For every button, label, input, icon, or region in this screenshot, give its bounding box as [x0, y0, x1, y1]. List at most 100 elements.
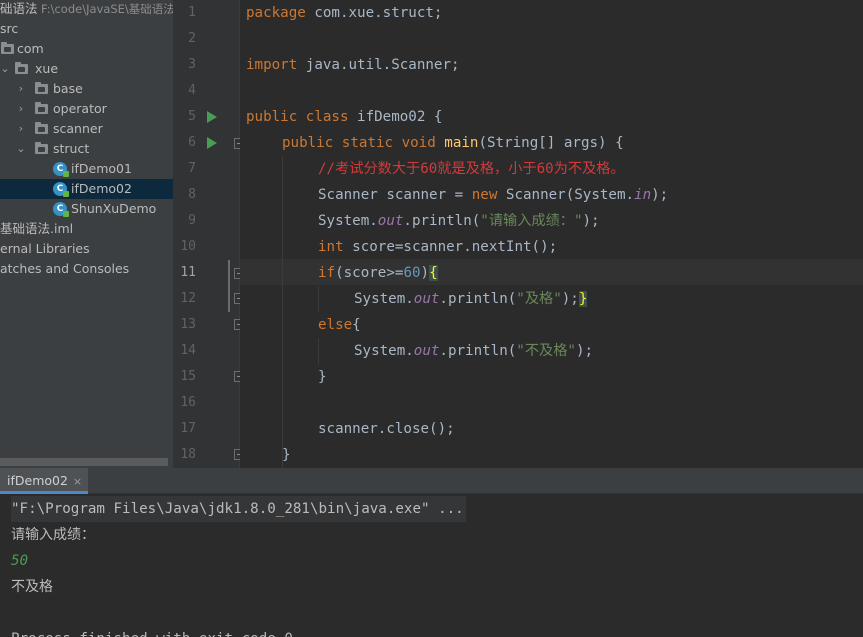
tree-item-label: scanner [53, 121, 103, 136]
console-output-prompt: 请输入成绩： [11, 527, 95, 543]
comment: //考试分数大于60就是及格，小于60为不及格。 [318, 161, 625, 177]
code-line-14: System.out.println("不及格"); [354, 338, 593, 364]
package-folder-icon [35, 122, 48, 134]
chevron-right-icon[interactable]: › [15, 119, 27, 139]
string-literal: "请输入成绩：" [480, 213, 583, 229]
java-class-icon: C [53, 182, 69, 197]
string-literal: "不及格" [516, 343, 576, 359]
code-text: System. [354, 343, 414, 359]
code-line-18: } [282, 442, 291, 468]
vcs-change-marker[interactable] [228, 260, 230, 312]
tree-item-base[interactable]: › base [0, 79, 173, 99]
tree-root-row[interactable]: 础语法 F:\code\JavaSE\基础语法 [0, 0, 173, 19]
line-number: 8 [188, 187, 196, 202]
package-folder-icon [35, 82, 48, 94]
indent-guide [318, 338, 319, 364]
code-line-12: System.out.println("及格");} [354, 286, 588, 312]
code-line-17: scanner.close(); [318, 416, 455, 442]
chevron-right-icon[interactable]: › [15, 79, 27, 99]
keyword: public static void [282, 135, 436, 151]
code-line-8: Scanner scanner = new Scanner(System.in)… [318, 182, 668, 208]
tree-item-external-libraries[interactable]: ernal Libraries [0, 239, 173, 259]
tree-item-ifdemo01[interactable]: C ifDemo01 [0, 159, 173, 179]
run-tab-ifdemo02[interactable]: ifDemo02 × [0, 468, 89, 494]
line-number: 17 [180, 421, 196, 436]
line-number: 10 [180, 239, 196, 254]
code-line-13: else{ [318, 312, 361, 338]
tree-item-ifdemo02[interactable]: C ifDemo02 [0, 179, 173, 199]
static-field: in [634, 187, 652, 203]
package-folder-icon [15, 62, 28, 74]
console-user-input: 50 [11, 553, 29, 569]
tree-item-label: com [17, 41, 44, 56]
code-line-9: System.out.println("请输入成绩："); [318, 208, 600, 234]
code-text: com.xue.struct; [305, 5, 443, 21]
line-number: 3 [188, 57, 196, 72]
tree-item-label: base [53, 81, 83, 96]
tree-item-label: ShunXuDemo [71, 201, 157, 216]
console-exit-message: Process finished with exit code 0 [11, 626, 293, 637]
line-number: 7 [188, 161, 196, 176]
line-number: 5 [188, 109, 196, 124]
tree-horizontal-scrollbar[interactable] [0, 458, 168, 466]
matched-brace: } [578, 291, 588, 307]
string-literal: "及格" [516, 291, 562, 307]
line-number: 15 [180, 369, 196, 384]
line-number-current: 11 [180, 265, 196, 280]
code-text: { [352, 317, 361, 333]
tree-item-label: ifDemo01 [71, 161, 132, 176]
tree-item-xue[interactable]: ⌄ xue [0, 59, 173, 79]
keyword: else [318, 317, 353, 333]
keyword: import [246, 57, 298, 73]
tree-item-label: xue [35, 61, 59, 76]
keyword: if [318, 265, 336, 281]
line-number: 4 [188, 83, 196, 98]
line-number: 16 [180, 395, 196, 410]
code-line-7: //考试分数大于60就是及格，小于60为不及格。 [318, 156, 625, 182]
line-number: 9 [188, 213, 196, 228]
run-main-icon[interactable] [207, 137, 217, 149]
code-line-3: import java.util.Scanner; [246, 52, 460, 78]
code-text: } [282, 447, 291, 463]
line-number: 12 [180, 291, 196, 306]
code-text: (String[] args) { [478, 135, 624, 151]
chevron-down-icon[interactable]: ⌄ [0, 59, 11, 79]
run-class-icon[interactable] [207, 111, 217, 123]
code-line-6: public static void main(String[] args) { [282, 130, 624, 156]
code-line-5: public class ifDemo02 { [246, 104, 442, 130]
method-name: main [444, 135, 479, 151]
chevron-right-icon[interactable]: › [15, 99, 27, 119]
line-number: 18 [180, 447, 196, 462]
tree-item-src[interactable]: src [0, 19, 173, 39]
tree-item-iml[interactable]: 基础语法.iml [0, 219, 173, 239]
java-class-icon: C [53, 202, 69, 217]
project-tree-panel: 础语法 F:\code\JavaSE\基础语法 src com ⌄ xue › b… [0, 0, 173, 468]
package-folder-icon [35, 102, 48, 114]
tree-item-struct[interactable]: ⌄ struct [0, 139, 173, 159]
tree-item-scratches[interactable]: atches and Consoles [0, 259, 173, 279]
code-text: .println( [403, 213, 481, 229]
keyword: int [318, 239, 344, 255]
code-text: ); [575, 343, 594, 359]
tree-item-scanner[interactable]: › scanner [0, 119, 173, 139]
run-tab-label: ifDemo02 [7, 473, 68, 488]
code-text: (score>= [335, 265, 404, 281]
code-text: Scanner(System. [497, 187, 635, 203]
tree-item-com[interactable]: com [0, 39, 173, 59]
chevron-down-icon[interactable]: ⌄ [15, 139, 27, 159]
code-text: scanner.close(); [318, 421, 455, 437]
keyword: new [471, 187, 498, 203]
code-text: ) [420, 265, 430, 281]
tree-item-operator[interactable]: › operator [0, 99, 173, 119]
code-line-10: int score=scanner.nextInt(); [318, 234, 557, 260]
code-text: ); [582, 213, 600, 229]
tree-item-label: atches and Consoles [0, 261, 130, 276]
code-text: Scanner scanner = [318, 187, 472, 203]
tree-item-label: struct [53, 141, 90, 156]
tree-item-shunxudemo[interactable]: C ShunXuDemo [0, 199, 173, 219]
code-text: } [318, 369, 327, 385]
close-icon[interactable]: × [73, 475, 82, 488]
code-line-11: if(score>=60){ [318, 260, 438, 286]
static-field: out [413, 291, 440, 307]
code-text: score=scanner.nextInt(); [343, 239, 558, 255]
